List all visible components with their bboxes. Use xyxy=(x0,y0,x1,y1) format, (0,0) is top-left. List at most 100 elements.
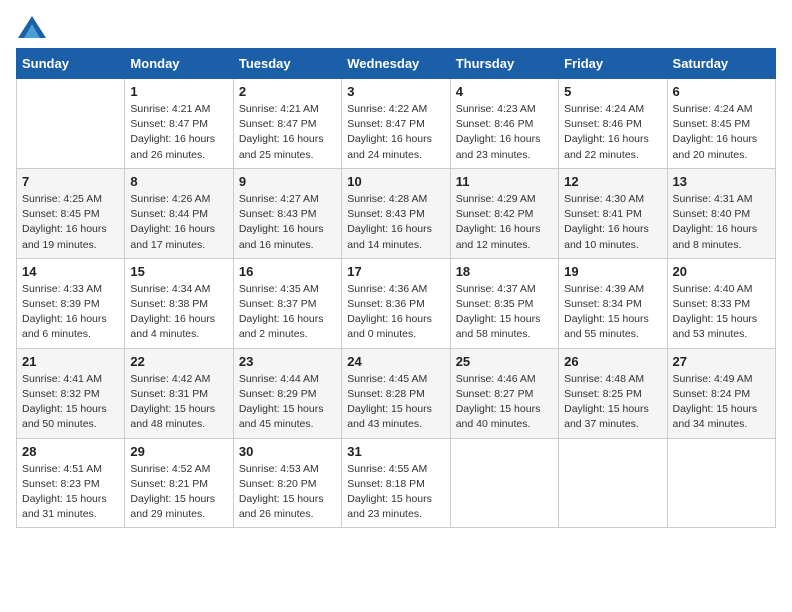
calendar-cell xyxy=(559,438,667,528)
calendar-cell: 28 Sunrise: 4:51 AM Sunset: 8:23 PM Dayli… xyxy=(17,438,125,528)
day-number: 22 xyxy=(130,354,227,369)
day-number: 1 xyxy=(130,84,227,99)
day-info: Sunrise: 4:33 AM Sunset: 8:39 PM Dayligh… xyxy=(22,282,119,343)
calendar-week-row: 14 Sunrise: 4:33 AM Sunset: 8:39 PM Dayli… xyxy=(17,258,776,348)
page-header xyxy=(16,16,776,38)
calendar-cell: 26 Sunrise: 4:48 AM Sunset: 8:25 PM Dayli… xyxy=(559,348,667,438)
calendar-cell: 15 Sunrise: 4:34 AM Sunset: 8:38 PM Dayli… xyxy=(125,258,233,348)
calendar-week-row: 1 Sunrise: 4:21 AM Sunset: 8:47 PM Daylig… xyxy=(17,79,776,169)
calendar-cell: 27 Sunrise: 4:49 AM Sunset: 8:24 PM Dayli… xyxy=(667,348,775,438)
day-number: 24 xyxy=(347,354,444,369)
day-info: Sunrise: 4:42 AM Sunset: 8:31 PM Dayligh… xyxy=(130,372,227,433)
day-info: Sunrise: 4:24 AM Sunset: 8:46 PM Dayligh… xyxy=(564,102,661,163)
day-info: Sunrise: 4:36 AM Sunset: 8:36 PM Dayligh… xyxy=(347,282,444,343)
day-info: Sunrise: 4:52 AM Sunset: 8:21 PM Dayligh… xyxy=(130,462,227,523)
day-number: 6 xyxy=(673,84,770,99)
day-info: Sunrise: 4:26 AM Sunset: 8:44 PM Dayligh… xyxy=(130,192,227,253)
day-number: 18 xyxy=(456,264,553,279)
calendar-cell: 31 Sunrise: 4:55 AM Sunset: 8:18 PM Dayli… xyxy=(342,438,450,528)
day-info: Sunrise: 4:21 AM Sunset: 8:47 PM Dayligh… xyxy=(239,102,336,163)
day-info: Sunrise: 4:25 AM Sunset: 8:45 PM Dayligh… xyxy=(22,192,119,253)
calendar-cell: 10Sunrise: 4:28 AM Sunset: 8:43 PM Dayli… xyxy=(342,168,450,258)
weekday-header: Tuesday xyxy=(233,49,341,79)
day-number: 28 xyxy=(22,444,119,459)
day-info: Sunrise: 4:39 AM Sunset: 8:34 PM Dayligh… xyxy=(564,282,661,343)
day-info: Sunrise: 4:27 AM Sunset: 8:43 PM Dayligh… xyxy=(239,192,336,253)
calendar-cell xyxy=(17,79,125,169)
day-number: 14 xyxy=(22,264,119,279)
day-info: Sunrise: 4:34 AM Sunset: 8:38 PM Dayligh… xyxy=(130,282,227,343)
calendar-cell: 6 Sunrise: 4:24 AM Sunset: 8:45 PM Daylig… xyxy=(667,79,775,169)
calendar-cell: 14 Sunrise: 4:33 AM Sunset: 8:39 PM Dayli… xyxy=(17,258,125,348)
calendar-cell: 1 Sunrise: 4:21 AM Sunset: 8:47 PM Daylig… xyxy=(125,79,233,169)
day-info: Sunrise: 4:35 AM Sunset: 8:37 PM Dayligh… xyxy=(239,282,336,343)
calendar-body: 1 Sunrise: 4:21 AM Sunset: 8:47 PM Daylig… xyxy=(17,79,776,528)
day-number: 21 xyxy=(22,354,119,369)
day-number: 31 xyxy=(347,444,444,459)
calendar-cell: 13 Sunrise: 4:31 AM Sunset: 8:40 PM Dayli… xyxy=(667,168,775,258)
calendar-cell: 4Sunrise: 4:23 AM Sunset: 8:46 PM Daylig… xyxy=(450,79,558,169)
day-info: Sunrise: 4:37 AM Sunset: 8:35 PM Dayligh… xyxy=(456,282,553,343)
day-info: Sunrise: 4:31 AM Sunset: 8:40 PM Dayligh… xyxy=(673,192,770,253)
weekday-header: Friday xyxy=(559,49,667,79)
day-number: 9 xyxy=(239,174,336,189)
calendar-table: SundayMondayTuesdayWednesdayThursdayFrid… xyxy=(16,48,776,528)
weekday-header-row: SundayMondayTuesdayWednesdayThursdayFrid… xyxy=(17,49,776,79)
day-number: 7 xyxy=(22,174,119,189)
calendar-cell: 16 Sunrise: 4:35 AM Sunset: 8:37 PM Dayli… xyxy=(233,258,341,348)
day-number: 12 xyxy=(564,174,661,189)
calendar-cell: 18 Sunrise: 4:37 AM Sunset: 8:35 PM Dayli… xyxy=(450,258,558,348)
day-info: Sunrise: 4:41 AM Sunset: 8:32 PM Dayligh… xyxy=(22,372,119,433)
day-info: Sunrise: 4:29 AM Sunset: 8:42 PM Dayligh… xyxy=(456,192,553,253)
calendar-cell: 19 Sunrise: 4:39 AM Sunset: 8:34 PM Dayli… xyxy=(559,258,667,348)
calendar-cell: 17Sunrise: 4:36 AM Sunset: 8:36 PM Dayli… xyxy=(342,258,450,348)
day-info: Sunrise: 4:51 AM Sunset: 8:23 PM Dayligh… xyxy=(22,462,119,523)
calendar-cell: 3Sunrise: 4:22 AM Sunset: 8:47 PM Daylig… xyxy=(342,79,450,169)
day-number: 27 xyxy=(673,354,770,369)
calendar-week-row: 21 Sunrise: 4:41 AM Sunset: 8:32 PM Dayli… xyxy=(17,348,776,438)
day-info: Sunrise: 4:53 AM Sunset: 8:20 PM Dayligh… xyxy=(239,462,336,523)
day-number: 26 xyxy=(564,354,661,369)
logo xyxy=(16,16,50,38)
day-info: Sunrise: 4:40 AM Sunset: 8:33 PM Dayligh… xyxy=(673,282,770,343)
calendar-cell: 25 Sunrise: 4:46 AM Sunset: 8:27 PM Dayli… xyxy=(450,348,558,438)
calendar-cell: 9 Sunrise: 4:27 AM Sunset: 8:43 PM Daylig… xyxy=(233,168,341,258)
calendar-cell: 7 Sunrise: 4:25 AM Sunset: 8:45 PM Daylig… xyxy=(17,168,125,258)
day-number: 4 xyxy=(456,84,553,99)
day-number: 15 xyxy=(130,264,227,279)
day-number: 23 xyxy=(239,354,336,369)
day-info: Sunrise: 4:44 AM Sunset: 8:29 PM Dayligh… xyxy=(239,372,336,433)
calendar-cell: 23 Sunrise: 4:44 AM Sunset: 8:29 PM Dayli… xyxy=(233,348,341,438)
day-info: Sunrise: 4:21 AM Sunset: 8:47 PM Dayligh… xyxy=(130,102,227,163)
day-number: 30 xyxy=(239,444,336,459)
logo-icon xyxy=(18,16,46,38)
day-number: 8 xyxy=(130,174,227,189)
day-info: Sunrise: 4:45 AM Sunset: 8:28 PM Dayligh… xyxy=(347,372,444,433)
calendar-cell: 29Sunrise: 4:52 AM Sunset: 8:21 PM Dayli… xyxy=(125,438,233,528)
calendar-cell: 20 Sunrise: 4:40 AM Sunset: 8:33 PM Dayli… xyxy=(667,258,775,348)
day-info: Sunrise: 4:49 AM Sunset: 8:24 PM Dayligh… xyxy=(673,372,770,433)
day-info: Sunrise: 4:46 AM Sunset: 8:27 PM Dayligh… xyxy=(456,372,553,433)
calendar-cell: 2 Sunrise: 4:21 AM Sunset: 8:47 PM Daylig… xyxy=(233,79,341,169)
weekday-header: Saturday xyxy=(667,49,775,79)
day-number: 10 xyxy=(347,174,444,189)
day-info: Sunrise: 4:24 AM Sunset: 8:45 PM Dayligh… xyxy=(673,102,770,163)
day-number: 2 xyxy=(239,84,336,99)
day-info: Sunrise: 4:30 AM Sunset: 8:41 PM Dayligh… xyxy=(564,192,661,253)
calendar-cell xyxy=(667,438,775,528)
day-number: 19 xyxy=(564,264,661,279)
day-info: Sunrise: 4:55 AM Sunset: 8:18 PM Dayligh… xyxy=(347,462,444,523)
day-number: 25 xyxy=(456,354,553,369)
calendar-cell: 30 Sunrise: 4:53 AM Sunset: 8:20 PM Dayli… xyxy=(233,438,341,528)
day-info: Sunrise: 4:48 AM Sunset: 8:25 PM Dayligh… xyxy=(564,372,661,433)
day-number: 13 xyxy=(673,174,770,189)
calendar-cell: 12 Sunrise: 4:30 AM Sunset: 8:41 PM Dayli… xyxy=(559,168,667,258)
day-number: 16 xyxy=(239,264,336,279)
day-number: 5 xyxy=(564,84,661,99)
calendar-cell: 24 Sunrise: 4:45 AM Sunset: 8:28 PM Dayli… xyxy=(342,348,450,438)
weekday-header: Thursday xyxy=(450,49,558,79)
day-number: 20 xyxy=(673,264,770,279)
calendar-cell: 5 Sunrise: 4:24 AM Sunset: 8:46 PM Daylig… xyxy=(559,79,667,169)
calendar-cell: 22 Sunrise: 4:42 AM Sunset: 8:31 PM Dayli… xyxy=(125,348,233,438)
day-info: Sunrise: 4:22 AM Sunset: 8:47 PM Dayligh… xyxy=(347,102,444,163)
